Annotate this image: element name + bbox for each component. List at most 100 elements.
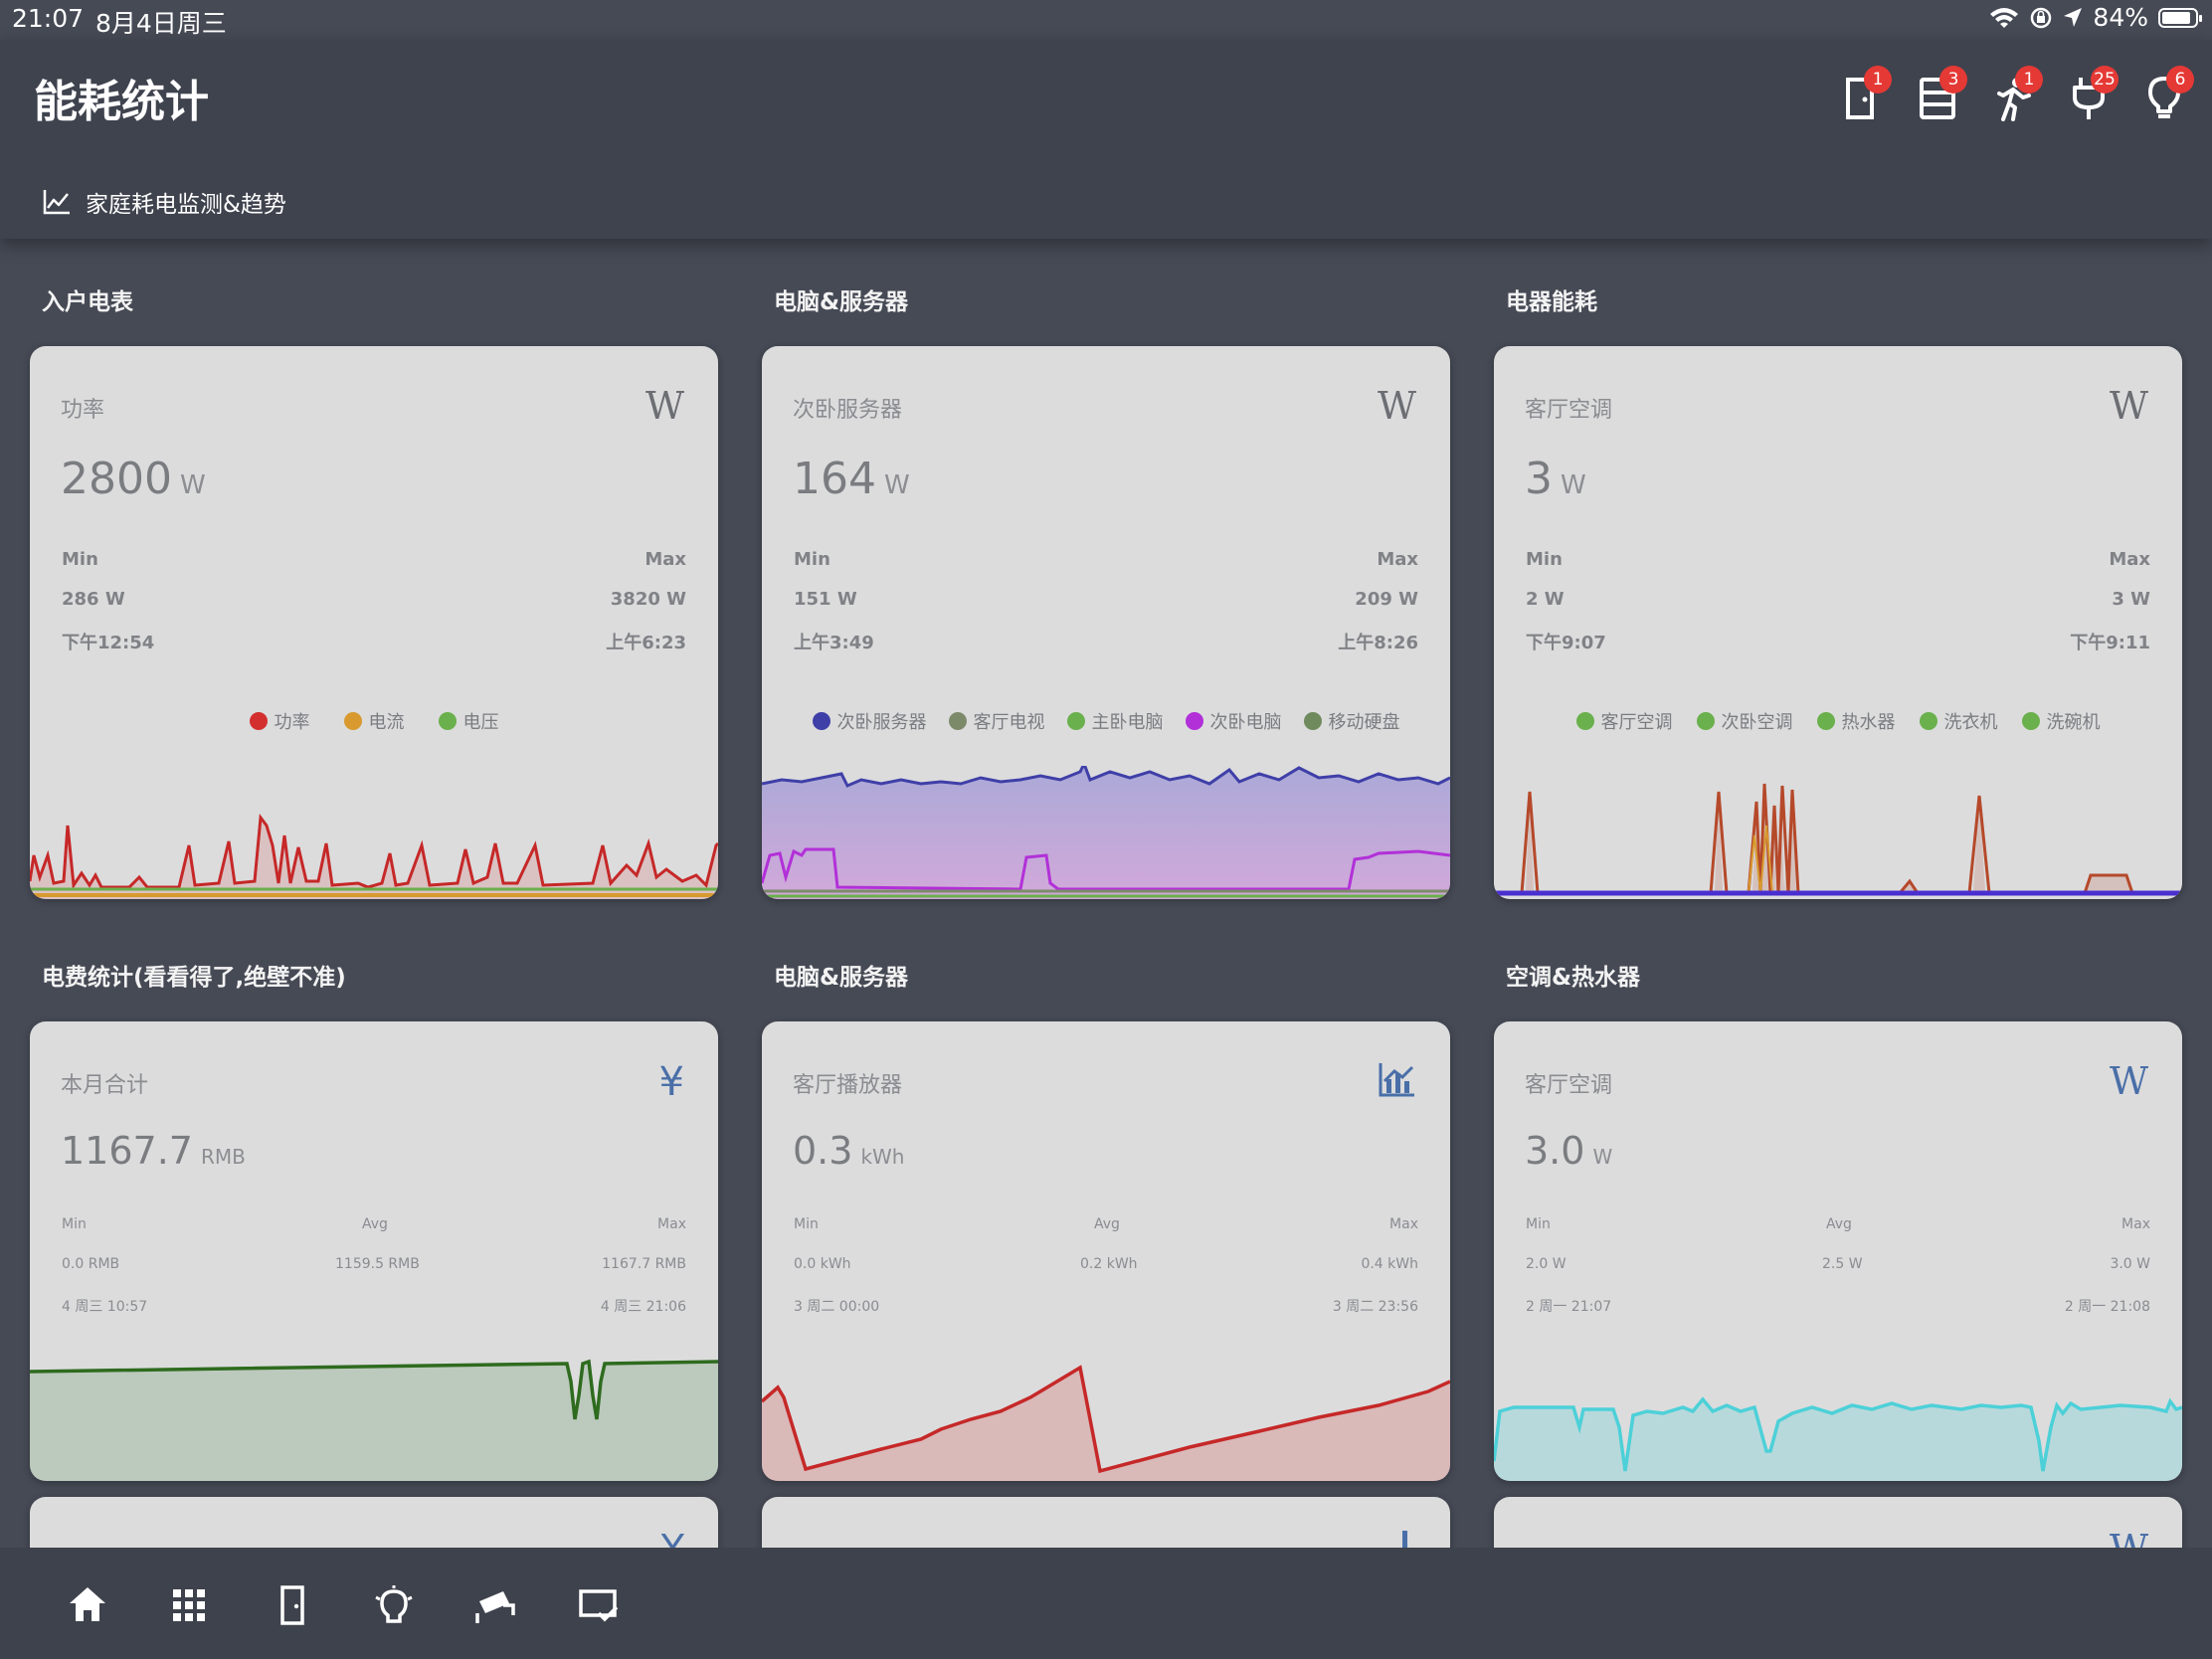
door-icon[interactable] [271,1583,314,1627]
avg-label: Avg [362,1216,388,1232]
bill-chart [30,1359,718,1481]
card-computers-servers[interactable]: 次卧服务器 W 164 W Min Max 151 W 209 W 上午3:49 … [762,346,1450,899]
max-value: 3.0 W [2110,1256,2150,1272]
legend-item[interactable]: 热水器 [1816,708,1896,734]
max-time: 2 周一 21:08 [2064,1299,2150,1315]
min-time: 下午12:54 [62,633,155,653]
min-value: 286 W [62,589,125,610]
max-time: 上午6:23 [606,633,686,653]
min-value: 0.0 RMB [62,1256,120,1272]
section-title-ac-heater: 空调&热水器 [1506,965,1641,991]
min-label: Min [794,549,830,570]
max-label: Max [1389,1216,1418,1232]
legend-item[interactable]: 次卧空调 [1696,708,1793,734]
min-value: 0.0 kWh [794,1256,851,1272]
line-chart-icon [43,190,70,215]
watt-icon: W [2109,1059,2148,1103]
sensor-value: 0.3 kWh [793,1129,905,1173]
watt-icon: W [645,384,684,428]
home-icon[interactable] [66,1583,109,1627]
legend-item[interactable]: 次卧电脑 [1185,708,1282,734]
max-label: Max [645,549,686,570]
min-time: 2 周一 21:07 [1526,1299,1612,1315]
battery-percent: 84% [2093,3,2148,32]
section-title-computers: 电脑&服务器 [774,289,909,315]
door-sensor-button[interactable]: 1 [1842,62,1892,121]
light-button[interactable]: 6 [2144,62,2194,121]
chart-legend: 客厅空调 次卧空调 热水器 洗衣机 洗碗机 [1494,708,2182,734]
max-value: 3820 W [610,589,686,610]
max-time: 下午9:11 [2070,633,2150,653]
rotation-lock-icon [2031,7,2052,28]
plug-badge: 25 [2091,66,2119,93]
watt-icon: W [2109,384,2148,428]
power-plug-button[interactable]: 25 [2069,62,2119,121]
sensor-name: 客厅播放器 [793,1073,903,1098]
location-icon [2064,7,2083,27]
status-time: 21:07 [12,4,85,33]
sensor-name: 客厅空调 [1525,1073,1613,1098]
avg-value: 1159.5 RMB [335,1256,420,1272]
battery-icon [2158,7,2202,28]
card-ac-heater[interactable]: 客厅空调 W 3.0 W Min Avg Max 2.0 W 2.5 W 3.0 … [1494,1021,2182,1481]
max-value: 0.4 kWh [1361,1256,1418,1272]
sensor-value: 3W [1525,454,1586,504]
sensor-value: 2800 W [61,454,206,504]
chart-icon [1379,1063,1414,1097]
tab-energy-monitor[interactable]: 家庭耗电监测&趋势 [42,177,286,227]
legend-item[interactable]: 电流 [343,708,405,734]
max-label: Max [2109,549,2150,570]
sensor-value: 3.0 W [1525,1129,1613,1173]
legend-item[interactable]: 功率 [249,708,310,734]
card-monthly-bill[interactable]: 本月合计 ¥ 1167.7 RMB Min Avg Max 0.0 RMB 115… [30,1021,718,1481]
apps-grid-icon[interactable] [167,1583,211,1627]
max-time: 4 周三 21:06 [600,1299,686,1315]
section-title-appliances: 电器能耗 [1506,289,1597,315]
card-power-meter[interactable]: 功率 W 2800 W Min Max 286 W 3820 W 下午12:54 … [30,346,718,899]
watt-icon: W [1377,384,1416,428]
motion-badge: 1 [2015,66,2043,93]
max-label: Max [657,1216,686,1232]
section-title-bill: 电费统计(看看得了,绝壁不准) [42,965,346,991]
avg-label: Avg [1826,1216,1852,1232]
max-time: 3 周二 23:56 [1332,1299,1418,1315]
app-header: 能耗统计 1 3 1 25 6 家庭耗电监测&趋势 [0,40,2212,239]
min-value: 2 W [1526,589,1565,610]
motion-sensor-button[interactable]: 1 [1993,62,2043,121]
legend-item[interactable]: 次卧服务器 [812,708,927,734]
chart-legend: 功率 电流 电压 [30,708,718,734]
max-value: 1167.7 RMB [602,1256,686,1272]
min-label: Min [1526,1216,1551,1232]
legend-item[interactable]: 洗衣机 [1919,708,1998,734]
legend-item[interactable]: 客厅空调 [1575,708,1673,734]
lighting-icon[interactable] [372,1583,416,1627]
light-badge: 6 [2166,66,2194,93]
legend-item[interactable]: 电压 [438,708,499,734]
cctv-camera-icon[interactable] [473,1583,517,1627]
legend-item[interactable]: 洗碗机 [2021,708,2101,734]
power-chart [30,813,718,899]
player-chart [762,1365,1450,1481]
sensor-value: 164 W [793,454,910,504]
status-right: 84% [1989,3,2202,32]
task-check-icon[interactable] [577,1583,621,1627]
avg-value: 2.5 W [1822,1256,1863,1272]
cabinet-button[interactable]: 3 [1918,62,1967,121]
min-value: 151 W [794,589,857,610]
legend-item[interactable]: 主卧电脑 [1066,708,1164,734]
legend-item[interactable]: 客厅电视 [948,708,1045,734]
tab-label: 家庭耗电监测&趋势 [86,192,286,218]
min-time: 下午9:07 [1526,633,1606,653]
min-label: Min [794,1216,819,1232]
legend-item[interactable]: 移动硬盘 [1303,708,1400,734]
card-appliances[interactable]: 客厅空调 W 3W Min Max 2 W 3 W 下午9:07 下午9:11 … [1494,346,2182,899]
sensor-name: 功率 [61,398,105,423]
card-living-room-player[interactable]: 客厅播放器 0.3 kWh Min Avg Max 0.0 kWh 0.2 kWh… [762,1021,1450,1481]
status-bar: 21:07 8月4日周三 84% [0,0,2212,40]
avg-label: Avg [1094,1216,1120,1232]
sensor-name: 客厅空调 [1525,398,1613,423]
max-value: 209 W [1355,589,1418,610]
min-label: Min [1526,549,1563,570]
max-time: 上午8:26 [1338,633,1418,653]
min-time: 3 周二 00:00 [794,1299,880,1315]
